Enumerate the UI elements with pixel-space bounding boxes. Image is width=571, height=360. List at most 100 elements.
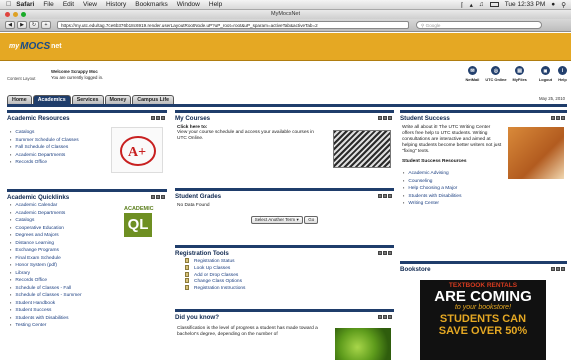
term-select[interactable]: Select Another Term ▾ bbox=[250, 216, 303, 224]
close-icon[interactable] bbox=[561, 116, 565, 120]
bookstore-portlet: Bookstore TEXTBOOK RENTALS ARE COMING to… bbox=[400, 261, 567, 360]
portlet-controls bbox=[378, 251, 392, 255]
registration-item-label: Registration Status bbox=[194, 258, 235, 264]
maximize-icon[interactable] bbox=[383, 194, 387, 198]
close-icon[interactable] bbox=[161, 195, 165, 199]
list-item[interactable]: Schedule of Classes - Summer bbox=[10, 292, 167, 300]
list-item[interactable]: Writing Center bbox=[403, 200, 567, 208]
forward-button[interactable]: ▶ bbox=[17, 21, 27, 29]
maximize-icon[interactable] bbox=[556, 116, 560, 120]
portlet-title: Student Success bbox=[400, 114, 450, 122]
ad-line-5: SAVE OVER 50% bbox=[438, 325, 528, 337]
mymocsnet-logo[interactable]: my MOCS net bbox=[9, 38, 75, 55]
menu-edit[interactable]: Edit bbox=[63, 1, 74, 8]
go-button[interactable]: Go bbox=[304, 216, 319, 224]
list-item[interactable]: Student Success bbox=[10, 307, 167, 315]
browser-toolbar: ◀ ▶ ↻ + https://my.utc.edu/tag.7ce6b376b… bbox=[0, 19, 571, 32]
battery-icon[interactable] bbox=[489, 2, 499, 7]
back-button[interactable]: ◀ bbox=[5, 21, 15, 29]
minimize-icon[interactable] bbox=[551, 267, 555, 271]
menu-view[interactable]: View bbox=[83, 1, 97, 8]
search-input[interactable]: ⚲ Google bbox=[416, 21, 542, 29]
maximize-icon[interactable] bbox=[383, 251, 387, 255]
list-item[interactable]: Change Class Options bbox=[185, 278, 394, 285]
list-item[interactable]: Records Office bbox=[10, 277, 167, 285]
list-item[interactable]: Students with Disabilities bbox=[10, 315, 167, 323]
minimize-icon[interactable] bbox=[378, 116, 382, 120]
logo-my: my bbox=[9, 43, 20, 50]
minimize-icon[interactable] bbox=[378, 315, 382, 319]
spotlight-icon[interactable]: ⚲ bbox=[561, 1, 566, 9]
minimize-icon[interactable] bbox=[151, 195, 155, 199]
document-icon bbox=[185, 285, 189, 291]
reload-button[interactable]: ↻ bbox=[29, 21, 39, 29]
zoom-icon[interactable] bbox=[21, 12, 26, 17]
close-icon[interactable] bbox=[388, 251, 392, 255]
help-link[interactable]: i Help bbox=[558, 66, 567, 82]
apple-menu-icon[interactable]:  bbox=[6, 1, 11, 8]
ad-line-3: to your bookstore! bbox=[454, 304, 512, 311]
close-icon[interactable] bbox=[388, 194, 392, 198]
minimize-icon[interactable] bbox=[378, 251, 382, 255]
logout-link[interactable]: ▣ Logout bbox=[539, 66, 552, 82]
portlet-controls bbox=[378, 116, 392, 120]
minimize-icon[interactable] bbox=[151, 116, 155, 120]
netmail-link[interactable]: ✉ NetMail bbox=[466, 66, 479, 82]
user-icon[interactable]: ● bbox=[551, 1, 555, 8]
tab-campus-life[interactable]: Campus Life bbox=[132, 95, 175, 104]
tab-academics[interactable]: Academics bbox=[32, 95, 71, 104]
minimize-icon[interactable] bbox=[378, 194, 382, 198]
portlet-title: Registration Tools bbox=[175, 249, 229, 257]
registration-item-label: Look Up Classes bbox=[194, 265, 231, 271]
close-icon[interactable] bbox=[561, 267, 565, 271]
maximize-icon[interactable] bbox=[383, 116, 387, 120]
list-item[interactable]: Registration Status bbox=[185, 258, 394, 265]
menu-bookmarks[interactable]: Bookmarks bbox=[135, 1, 168, 8]
list-item[interactable]: Add or Drop Classes bbox=[185, 271, 394, 279]
student-success-portlet: Student Success Write all about it! The … bbox=[400, 110, 567, 261]
myfiles-label: MyFiles bbox=[512, 77, 527, 82]
menu-help[interactable]: Help bbox=[209, 1, 222, 8]
list-item[interactable]: Look Up Classes bbox=[185, 264, 394, 272]
list-item[interactable]: Testing Center bbox=[10, 322, 167, 330]
maximize-icon[interactable] bbox=[156, 195, 160, 199]
tab-home[interactable]: Home bbox=[7, 95, 32, 104]
list-item[interactable]: Student Handbook bbox=[10, 300, 167, 308]
registration-item-label: Registration Instructions bbox=[194, 285, 246, 291]
list-item[interactable]: Library bbox=[10, 270, 167, 278]
myfiles-link[interactable]: ▤ MyFiles bbox=[513, 66, 527, 82]
tab-services[interactable]: Services bbox=[71, 95, 104, 104]
volume-icon[interactable]: ♫ bbox=[479, 1, 484, 8]
wifi-icon[interactable]: ▴ bbox=[470, 1, 473, 9]
tab-money[interactable]: Money bbox=[104, 95, 132, 104]
menu-history[interactable]: History bbox=[106, 1, 126, 8]
bluetooth-icon[interactable]: ⌈ bbox=[461, 1, 464, 9]
utc-online-link[interactable]: ◎ UTC Online bbox=[485, 66, 507, 82]
maximize-icon[interactable] bbox=[556, 267, 560, 271]
bookstore-ad[interactable]: TEXTBOOK RENTALS ARE COMING to your book… bbox=[420, 280, 546, 360]
close-icon[interactable] bbox=[5, 12, 10, 17]
content-layout-link[interactable]: Content Layout bbox=[7, 76, 35, 81]
list-item[interactable]: Exchange Programs bbox=[10, 247, 167, 255]
my-courses-body: Click here to: View your course schedule… bbox=[175, 123, 325, 144]
list-item[interactable]: Registration Instructions bbox=[185, 285, 394, 292]
list-item[interactable]: Final Exam Schedule bbox=[10, 255, 167, 263]
address-bar[interactable]: https://my.utc.edu/tag.7ce6b376b18c6919.… bbox=[57, 21, 409, 29]
menu-file[interactable]: File bbox=[43, 1, 53, 8]
menubar-clock[interactable]: Tue 12:33 PM bbox=[505, 1, 546, 8]
list-item[interactable]: Students with Disabilities bbox=[403, 193, 567, 201]
academic-resources-portlet: Academic Resources Catalogs Summer Sched… bbox=[7, 110, 167, 189]
close-icon[interactable] bbox=[388, 116, 392, 120]
add-bookmark-button[interactable]: + bbox=[41, 21, 51, 29]
maximize-icon[interactable] bbox=[156, 116, 160, 120]
minimize-icon[interactable] bbox=[551, 116, 555, 120]
menu-safari[interactable]: Safari bbox=[16, 1, 34, 8]
close-icon[interactable] bbox=[161, 116, 165, 120]
list-item[interactable]: Honor System (pdf) bbox=[10, 262, 167, 270]
menu-window[interactable]: Window bbox=[177, 1, 200, 8]
list-item[interactable]: Help Choosing a Major bbox=[403, 185, 567, 193]
maximize-icon[interactable] bbox=[383, 315, 387, 319]
close-icon[interactable] bbox=[388, 315, 392, 319]
list-item[interactable]: Schedule of Classes - Fall bbox=[10, 285, 167, 293]
minimize-icon[interactable] bbox=[13, 12, 18, 17]
